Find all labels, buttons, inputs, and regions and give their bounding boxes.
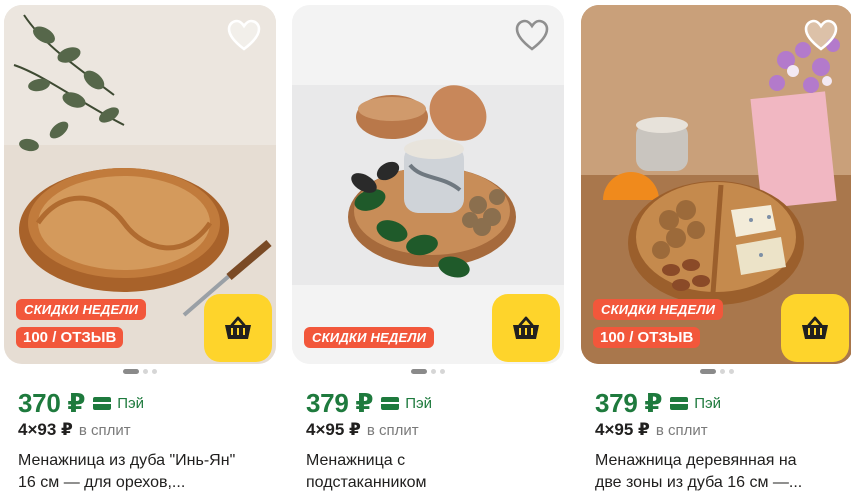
card-icon: [670, 397, 689, 410]
product-title-link[interactable]: Менажница из дуба "Инь-Ян" 16 см — для о…: [18, 450, 268, 494]
image-carousel-dots[interactable]: [581, 368, 851, 374]
pay-label: Пэй: [405, 395, 433, 412]
price-row: 370 ₽ Пэй: [18, 388, 144, 419]
product-image[interactable]: СКИДКИ НЕДЕЛИ 100 / ОТЗЫВ: [581, 5, 851, 364]
product-title-line: Менажница деревянная на: [595, 452, 797, 469]
split-amount: 4×95 ₽: [595, 420, 650, 439]
carousel-dot[interactable]: [720, 368, 725, 374]
carousel-dot[interactable]: [440, 368, 445, 374]
card-icon: [93, 397, 112, 410]
price: 379 ₽: [306, 388, 374, 418]
product-card[interactable]: СКИДКИ НЕДЕЛИ 100 / ОТЗЫВ 370 ₽ Пэй 4×93…: [4, 0, 276, 494]
carousel-dot[interactable]: [431, 368, 436, 374]
product-title-line: Менажница из дуба "Инь-Ян": [18, 452, 236, 469]
favorite-heart-icon[interactable]: [803, 19, 839, 53]
carousel-dot[interactable]: [152, 368, 157, 374]
split-amount: 4×95 ₽: [306, 420, 361, 439]
carousel-dot[interactable]: [729, 368, 734, 374]
split-row[interactable]: 4×95 ₽ в сплит: [595, 420, 708, 440]
sale-badge: СКИДКИ НЕДЕЛИ: [304, 327, 435, 348]
pay-label: Пэй: [694, 395, 722, 412]
price: 379 ₽: [595, 388, 663, 418]
favorite-heart-icon[interactable]: [226, 19, 262, 53]
split-label: в сплит: [366, 422, 419, 439]
basket-icon: [802, 316, 828, 339]
product-title-line: две зоны из дуба 16 см —...: [595, 474, 803, 491]
image-carousel-dots[interactable]: [4, 368, 276, 374]
product-title-line: 16 см — для орехов,...: [18, 474, 186, 491]
product-card[interactable]: СКИДКИ НЕДЕЛИ 100 / ОТЗЫВ 379 ₽ Пэй 4×95…: [581, 0, 851, 494]
card-icon: [381, 397, 400, 410]
basket-icon: [513, 316, 539, 339]
split-label: в сплит: [655, 422, 708, 439]
points-badge-text: 100 / ОТЗЫВ: [23, 329, 117, 346]
carousel-dot[interactable]: [123, 368, 139, 374]
product-title-line: Менажница с: [306, 452, 406, 469]
points-badge-text: 100 / ОТЗЫВ: [600, 329, 694, 346]
product-title-line: подстаканником: [306, 474, 427, 491]
image-carousel-dots[interactable]: [292, 368, 564, 374]
product-image[interactable]: СКИДКИ НЕДЕЛИ 100 / ОТЗЫВ: [4, 5, 276, 364]
sale-badge: СКИДКИ НЕДЕЛИ: [16, 299, 147, 320]
sale-badge: СКИДКИ НЕДЕЛИ: [593, 299, 724, 320]
carousel-dot[interactable]: [143, 368, 148, 374]
price-row: 379 ₽ Пэй: [306, 388, 432, 419]
pay-label: Пэй: [117, 395, 145, 412]
favorite-heart-icon[interactable]: [514, 19, 550, 53]
add-to-cart-button[interactable]: [492, 294, 560, 362]
add-to-cart-button[interactable]: [204, 294, 272, 362]
split-label: в сплит: [78, 422, 131, 439]
carousel-dot[interactable]: [700, 368, 716, 374]
split-row[interactable]: 4×95 ₽ в сплит: [306, 420, 419, 440]
carousel-dot[interactable]: [411, 368, 427, 374]
product-title-link[interactable]: Менажница деревянная на две зоны из дуба…: [595, 450, 845, 494]
add-to-cart-button[interactable]: [781, 294, 849, 362]
price: 370 ₽: [18, 388, 86, 418]
product-image[interactable]: СКИДКИ НЕДЕЛИ: [292, 5, 564, 364]
review-points-badge: 100 / ОТЗЫВ: [16, 327, 124, 348]
product-card[interactable]: СКИДКИ НЕДЕЛИ 379 ₽ Пэй 4×95 ₽ в сплит М…: [292, 0, 564, 494]
price-row: 379 ₽ Пэй: [595, 388, 721, 419]
basket-icon: [225, 316, 251, 339]
split-row[interactable]: 4×93 ₽ в сплит: [18, 420, 131, 440]
review-points-badge: 100 / ОТЗЫВ: [593, 327, 701, 348]
product-title-link[interactable]: Менажница с подстаканником: [306, 450, 556, 494]
split-amount: 4×93 ₽: [18, 420, 73, 439]
